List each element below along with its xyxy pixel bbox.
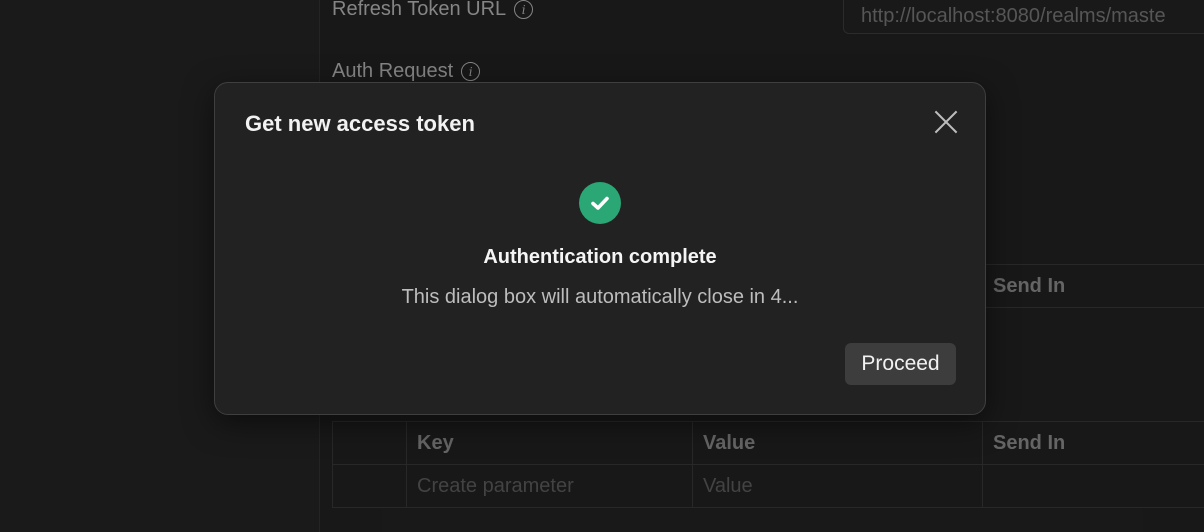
close-icon[interactable] [933, 109, 959, 135]
status-title: Authentication complete [483, 246, 717, 268]
proceed-button[interactable]: Proceed [845, 343, 956, 385]
dialog-title: Get new access token [245, 111, 475, 136]
access-token-dialog: Get new access token Authentication comp… [214, 82, 986, 415]
check-circle-icon [579, 182, 621, 224]
status-message: This dialog box will automatically close… [401, 286, 799, 308]
